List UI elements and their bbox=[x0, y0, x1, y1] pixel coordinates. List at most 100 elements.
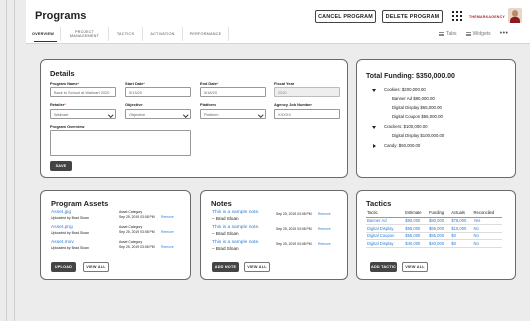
table-cell: No bbox=[472, 239, 502, 248]
view-all-tactics-button[interactable]: VIEW ALL bbox=[402, 262, 428, 272]
widgets-toggle[interactable]: Widgets bbox=[465, 30, 491, 37]
tab-overview[interactable]: OVERVIEW bbox=[26, 27, 61, 41]
table-cell[interactable]: Banner Ad bbox=[366, 216, 405, 226]
table-cell[interactable]: Digital Display bbox=[366, 224, 405, 233]
table-cell: $80,000 bbox=[404, 216, 428, 226]
remove-asset-link[interactable]: Remove bbox=[161, 215, 174, 219]
tactics-table: Tactic Estimate Funding Actuals Reconcil… bbox=[366, 208, 502, 248]
table-row[interactable]: Banner Ad $80,000 $80,000 $78,000 Yes bbox=[366, 216, 502, 226]
list-icon bbox=[439, 31, 444, 36]
table-cell: $80,000 bbox=[428, 216, 451, 226]
table-cell: No bbox=[472, 232, 502, 241]
total-funding-title: Total Funding: $350,000.00 bbox=[366, 73, 455, 80]
view-all-notes-button[interactable]: VIEW ALL bbox=[244, 262, 270, 272]
widgets-toggle-label: Widgets bbox=[472, 30, 491, 37]
view-controls: Tabs Widgets ••• bbox=[439, 30, 508, 37]
chevron-down-icon bbox=[257, 111, 263, 117]
asset-date: Sep 25, 2019 03:08 PM bbox=[119, 245, 155, 249]
column-header: Funding bbox=[428, 208, 451, 218]
delete-program-button[interactable]: DELETE PROGRAM bbox=[382, 10, 443, 23]
note-text: This is a sample note. bbox=[212, 225, 260, 230]
program-name-input[interactable]: Back to School at Walmart 2020 bbox=[50, 87, 116, 97]
asset-uploader: Uploaded by Brad Sloan bbox=[51, 246, 89, 250]
table-cell: $40,000 bbox=[428, 239, 451, 248]
table-cell: $0 bbox=[450, 232, 473, 241]
remove-note-link[interactable]: Remove bbox=[318, 242, 331, 246]
upload-button[interactable]: UPLOAD bbox=[51, 262, 76, 272]
note-text: This is a sample note. bbox=[212, 210, 260, 215]
start-date-input[interactable]: 5/13/20 bbox=[125, 87, 191, 97]
remove-note-link[interactable]: Remove bbox=[318, 212, 331, 216]
note-date: Sep 25, 2019 03:08 PM bbox=[276, 212, 312, 216]
notes-title: Notes bbox=[211, 199, 232, 208]
column-header: Actuals bbox=[450, 208, 473, 218]
details-title: Details bbox=[50, 69, 75, 78]
funding-group-cookies: Cookies: $200,000.00 bbox=[384, 87, 426, 92]
fiscal-year-label: Fiscal Year bbox=[274, 81, 295, 86]
funding-line-item: Digital Coupon $55,000.00 bbox=[392, 114, 443, 119]
table-cell: $0 bbox=[450, 239, 473, 248]
tab-bar: OVERVIEW PROJECT MANAGEMENT TACTICS ACTI… bbox=[26, 27, 229, 41]
funding-line-item: Digital Display $65,000.00 bbox=[392, 105, 442, 110]
funding-group-crackers: Crackers: $100,000.00 bbox=[384, 124, 428, 129]
tabs-toggle[interactable]: Tabs bbox=[439, 31, 457, 37]
table-row[interactable]: Digital Coupon $55,000 $55,000 $0 No bbox=[366, 232, 502, 241]
remove-asset-link[interactable]: Remove bbox=[161, 230, 174, 234]
chevron-down-icon bbox=[107, 111, 113, 117]
note-date: Sep 25, 2019 03:08 PM bbox=[276, 227, 312, 231]
tab-project-management[interactable]: PROJECT MANAGEMENT bbox=[61, 27, 109, 41]
table-header-row: Tactic Estimate Funding Actuals Reconcil… bbox=[366, 208, 502, 218]
asset-link[interactable]: Asset.jpg bbox=[51, 210, 71, 215]
tactics-card: Tactics Tactic Estimate Funding Actuals … bbox=[356, 190, 516, 280]
objective-select[interactable]: Objective bbox=[125, 109, 191, 119]
save-button[interactable]: SAVE bbox=[50, 161, 72, 171]
column-header: Estimate bbox=[404, 208, 428, 218]
table-row[interactable]: Digital Display $65,000 $65,000 $10,000 … bbox=[366, 224, 502, 233]
program-assets-title: Program Assets bbox=[51, 199, 109, 208]
page-title: Programs bbox=[35, 10, 87, 22]
asset-date: Sep 25, 2019 03:08 PM bbox=[119, 215, 155, 219]
asset-date: Sep 25, 2019 03:08 PM bbox=[119, 230, 155, 234]
end-date-input[interactable]: 5/18/20 bbox=[200, 87, 266, 97]
table-cell: $55,000 bbox=[428, 232, 451, 241]
collapse-arrow-icon[interactable] bbox=[373, 144, 376, 148]
table-cell: $40,000 bbox=[404, 239, 428, 248]
tab-tactics[interactable]: TACTICS bbox=[109, 27, 143, 41]
tactics-title: Tactics bbox=[366, 199, 392, 208]
table-cell[interactable]: Digital Display bbox=[366, 239, 405, 248]
user-avatar[interactable] bbox=[508, 8, 522, 23]
note-author: – Brad Sloan bbox=[212, 246, 239, 251]
retailer-select[interactable]: Walmart bbox=[50, 109, 116, 119]
column-header: Reconciled bbox=[472, 208, 502, 218]
table-cell[interactable]: Digital Coupon bbox=[366, 232, 405, 241]
add-note-button[interactable]: ADD NOTE bbox=[212, 262, 239, 272]
remove-asset-link[interactable]: Remove bbox=[161, 245, 174, 249]
add-tactic-button[interactable]: ADD TACTIC bbox=[370, 262, 397, 272]
remove-note-link[interactable]: Remove bbox=[318, 227, 331, 231]
asset-link[interactable]: Asset.mov bbox=[51, 240, 74, 245]
funding-group-candy: Candy: $50,000.00 bbox=[384, 143, 421, 148]
details-card: Details Program Name* Back to School at … bbox=[40, 59, 348, 178]
apps-grid-icon[interactable] bbox=[452, 11, 462, 21]
note-date: Sep 25, 2019 03:08 PM bbox=[276, 242, 312, 246]
view-all-assets-button[interactable]: VIEW ALL bbox=[83, 262, 109, 272]
asset-link[interactable]: Asset.png bbox=[51, 225, 73, 230]
table-cell: $65,000 bbox=[428, 224, 451, 233]
tab-performance[interactable]: PERFORMANCE bbox=[183, 27, 229, 41]
page-header: Programs CANCEL PROGRAM DELETE PROGRAM T… bbox=[26, 0, 530, 44]
list-icon bbox=[465, 31, 471, 36]
funding-card: Total Funding: $350,000.00 Cookies: $200… bbox=[356, 59, 516, 178]
expand-arrow-icon[interactable] bbox=[372, 126, 376, 129]
agency-job-number-input[interactable]: XXXXX bbox=[274, 109, 340, 119]
platform-select[interactable]: Platform bbox=[200, 109, 266, 119]
asset-category: Asset Category bbox=[119, 225, 143, 229]
program-overview-textarea[interactable] bbox=[50, 130, 191, 156]
more-options-icon[interactable]: ••• bbox=[500, 30, 509, 37]
brand-logo: THEMARKAGENCY bbox=[469, 14, 505, 19]
expand-arrow-icon[interactable] bbox=[372, 89, 376, 92]
cancel-program-button[interactable]: CANCEL PROGRAM bbox=[315, 10, 376, 23]
asset-uploader: Uploaded by Brad Sloan bbox=[51, 216, 89, 220]
table-row[interactable]: Digital Display $40,000 $40,000 $0 No bbox=[366, 239, 502, 248]
tab-activation[interactable]: ACTIVATION bbox=[143, 27, 183, 41]
table-cell: $55,000 bbox=[404, 232, 428, 241]
